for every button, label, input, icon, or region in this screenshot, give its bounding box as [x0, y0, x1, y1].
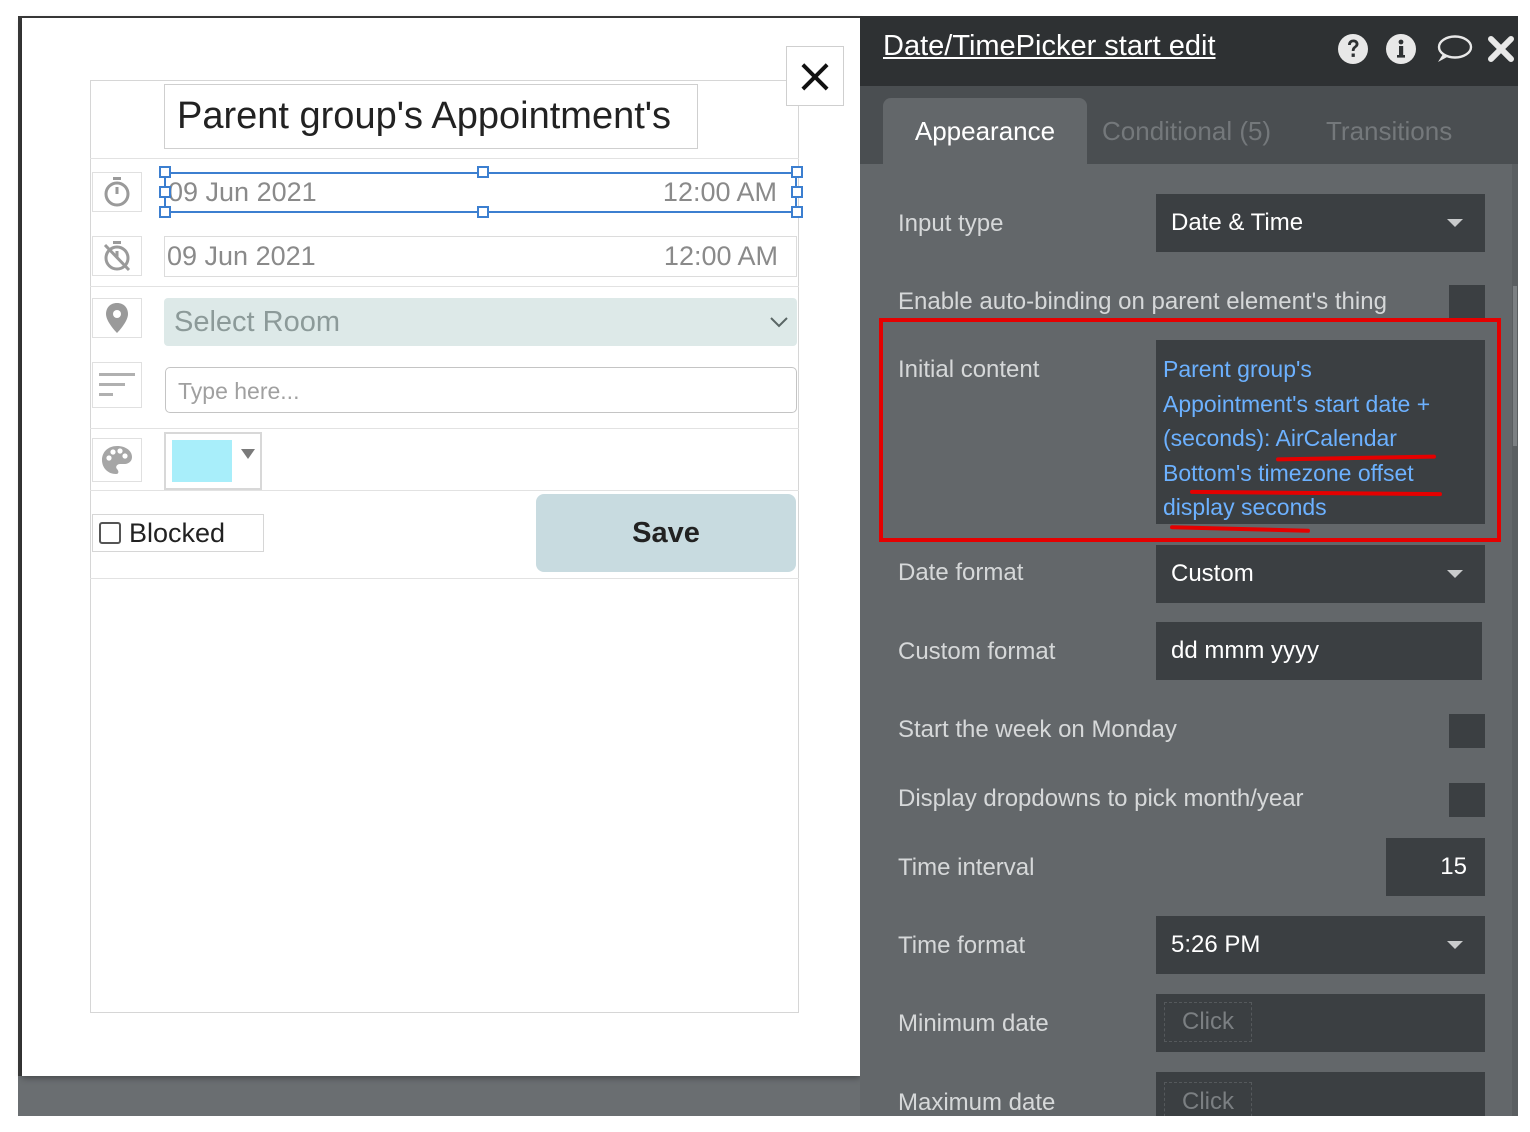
caret-down-icon	[1447, 219, 1463, 227]
end-time-icon-cell	[92, 236, 142, 276]
caret-down-icon	[241, 449, 255, 459]
time-format-label: Time format	[898, 932, 1026, 959]
info-icon[interactable]	[1384, 32, 1418, 66]
checkbox-box[interactable]	[99, 522, 121, 544]
custom-format-input[interactable]: dd mmm yyyy	[1156, 622, 1482, 680]
editor-header: Date/TimePicker start edit	[860, 16, 1518, 86]
maximum-date-label: Maximum date	[898, 1089, 1056, 1116]
input-type-label: Input type	[898, 210, 1004, 237]
end-datetime-picker[interactable]: 09 Jun 2021 12:00 AM	[164, 236, 797, 277]
date-format-value: Custom	[1171, 560, 1254, 587]
chevron-down-icon	[770, 317, 788, 328]
minimum-date-field[interactable]: Click	[1156, 994, 1485, 1052]
auto-binding-label: Enable auto-binding on parent element's …	[898, 288, 1387, 315]
stopwatch-off-icon	[103, 241, 131, 272]
caret-down-icon	[1447, 941, 1463, 949]
backdrop-footer	[18, 1076, 860, 1116]
tab-conditional[interactable]: Conditional (5)	[1102, 98, 1271, 164]
notes-input[interactable]: Type here...	[165, 367, 797, 413]
resize-handle[interactable]	[791, 166, 803, 178]
palette-icon	[102, 446, 132, 474]
row-divider	[90, 490, 799, 491]
resize-handle[interactable]	[791, 186, 803, 198]
resize-handle[interactable]	[159, 166, 171, 178]
blocked-checkbox[interactable]: Blocked	[92, 514, 264, 552]
maximum-date-click[interactable]: Click	[1164, 1082, 1252, 1116]
resize-handle[interactable]	[477, 206, 489, 218]
caret-down-icon	[1447, 570, 1463, 578]
room-dropdown[interactable]: Select Room	[164, 298, 797, 346]
auto-binding-checkbox[interactable]	[1449, 285, 1485, 319]
notes-icon-cell	[92, 362, 142, 408]
time-interval-input[interactable]: 15	[1386, 838, 1485, 896]
tab-appearance[interactable]: Appearance	[883, 98, 1087, 164]
minimum-date-click[interactable]: Click	[1164, 1002, 1252, 1042]
color-picker[interactable]	[164, 432, 262, 490]
end-time-text: 12:00 AM	[663, 241, 778, 271]
custom-format-label: Custom format	[898, 638, 1056, 665]
input-type-value: Date & Time	[1171, 209, 1304, 236]
save-button[interactable]: Save	[536, 494, 796, 572]
room-dropdown-placeholder: Select Room	[174, 305, 341, 338]
time-format-dropdown[interactable]: 5:26 PM	[1156, 916, 1485, 974]
resize-handle[interactable]	[159, 186, 171, 198]
group-title-text[interactable]: Parent group's Appointment's	[164, 84, 698, 149]
color-swatch	[172, 440, 232, 482]
custom-format-value: dd mmm yyyy	[1171, 637, 1320, 664]
row-divider	[90, 578, 799, 579]
resize-handle[interactable]	[477, 166, 489, 178]
start-monday-label: Start the week on Monday	[898, 716, 1177, 743]
stopwatch-icon	[104, 177, 130, 207]
close-icon: ×	[794, 48, 836, 104]
row-divider	[90, 158, 799, 159]
end-date-text: 09 Jun 2021	[167, 241, 316, 271]
color-icon-cell	[92, 438, 142, 482]
editor-scrollbar-thumb[interactable]	[1513, 286, 1517, 446]
row-divider	[90, 286, 799, 287]
editor-tabs: Appearance Conditional (5) Transitions	[860, 86, 1518, 164]
popup-canvas: × Parent group's Appointment's 09 Jun 20…	[22, 18, 860, 1076]
resize-handle[interactable]	[791, 206, 803, 218]
date-format-dropdown[interactable]: Custom	[1156, 545, 1485, 603]
display-dropdowns-label: Display dropdowns to pick month/year	[898, 785, 1304, 812]
map-pin-icon	[106, 303, 128, 333]
maximum-date-field[interactable]: Click	[1156, 1072, 1485, 1116]
screenshot-root: × Parent group's Appointment's 09 Jun 20…	[0, 0, 1530, 1132]
highlight-box	[879, 318, 1501, 542]
start-date-text: 09 Jun 2021	[168, 177, 317, 207]
start-monday-checkbox[interactable]	[1449, 714, 1485, 748]
comment-icon[interactable]	[1434, 32, 1474, 66]
close-icon[interactable]	[1486, 32, 1516, 66]
row-divider	[90, 428, 799, 429]
tab-transitions[interactable]: Transitions	[1326, 98, 1452, 164]
date-format-label: Date format	[898, 559, 1024, 586]
property-editor-panel: Date/TimePicker start edit Appearance Co…	[860, 16, 1518, 1116]
blocked-label: Blocked	[129, 517, 226, 548]
text-lines-icon	[99, 373, 135, 396]
popup-close-button[interactable]: ×	[786, 46, 844, 106]
room-icon-cell	[92, 298, 142, 338]
minimum-date-label: Minimum date	[898, 1010, 1049, 1037]
time-interval-value: 15	[1440, 853, 1467, 880]
time-format-value: 5:26 PM	[1171, 931, 1261, 958]
resize-handle[interactable]	[159, 206, 171, 218]
time-interval-label: Time interval	[898, 854, 1035, 881]
display-dropdowns-checkbox[interactable]	[1449, 783, 1485, 817]
start-time-icon-cell	[92, 172, 142, 212]
editor-title[interactable]: Date/TimePicker start edit	[883, 30, 1216, 63]
help-icon[interactable]	[1336, 32, 1370, 66]
start-time-text: 12:00 AM	[662, 177, 777, 207]
input-type-dropdown[interactable]: Date & Time	[1156, 194, 1485, 252]
